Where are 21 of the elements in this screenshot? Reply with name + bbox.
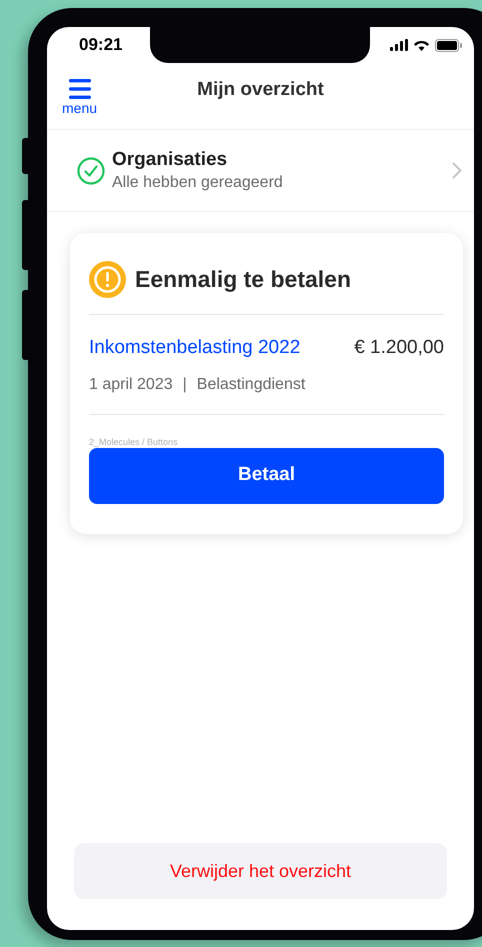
wifi-icon xyxy=(413,39,430,51)
organisations-title: Organisaties xyxy=(112,148,228,172)
payment-link[interactable]: Inkomstenbelasting 2022 xyxy=(89,334,300,362)
signal-icon xyxy=(390,39,408,51)
separator-text: | xyxy=(182,374,187,394)
payment-date: 1 april 2023 xyxy=(89,374,173,394)
component-label: 2_Molecules / Buttons xyxy=(89,436,179,448)
menu-icon xyxy=(68,79,91,99)
organisations-row[interactable]: Organisaties Alle hebben gereageerd xyxy=(47,130,474,212)
page-title: Mijn overzicht xyxy=(197,78,324,102)
status-time: 09:21 xyxy=(79,34,122,56)
card-title: Eenmalig te betalen xyxy=(135,265,352,294)
battery-icon xyxy=(435,38,462,52)
delete-overview-button[interactable]: Verwijder het overzicht xyxy=(74,843,447,899)
organisations-status: Alle hebben gereageerd xyxy=(112,172,284,192)
pay-button[interactable]: Betaal xyxy=(89,448,444,504)
payment-source: Belastingdienst xyxy=(196,374,306,394)
warning-icon xyxy=(89,261,126,298)
chevron-right-icon xyxy=(452,162,462,179)
menu-button[interactable]: menu xyxy=(62,79,98,117)
payment-amount: € 1.200,00 xyxy=(354,336,444,360)
